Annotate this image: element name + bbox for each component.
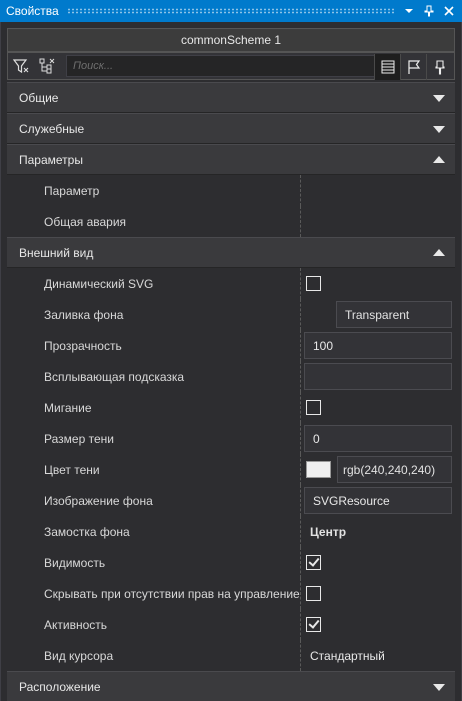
category-label: Внешний вид — [19, 245, 94, 260]
bg-tiling-value[interactable]: Центр — [304, 525, 346, 539]
search-input[interactable] — [67, 56, 379, 76]
toolbar — [7, 52, 455, 80]
category-label: Параметры — [19, 152, 83, 167]
property-name: Общая авария — [44, 214, 127, 229]
search-field[interactable] — [66, 55, 380, 77]
tooltip-input[interactable] — [304, 363, 452, 390]
property-row-bg-image[interactable]: Изображение фона SVGResource — [7, 485, 455, 516]
blink-checkbox[interactable] — [306, 400, 321, 415]
category-label: Служебные — [19, 121, 85, 136]
chevron-down-icon[interactable] — [433, 126, 445, 133]
property-grid: Общие Служебные Параметры Параметр Общая… — [7, 82, 455, 701]
property-row-blink[interactable]: Мигание — [7, 392, 455, 423]
property-name: Параметр — [44, 183, 100, 198]
category-label: Общие — [19, 90, 59, 105]
property-name: Изображение фона — [44, 493, 153, 508]
category-general[interactable]: Общие — [7, 82, 455, 113]
property-row-bg-tiling[interactable]: Замостка фона Центр — [7, 516, 455, 547]
property-row[interactable]: Общая авария — [7, 206, 455, 237]
chevron-down-icon[interactable] — [433, 95, 445, 102]
property-name: Активность — [44, 617, 108, 632]
property-name: Всплывающая подсказка — [44, 369, 185, 384]
shadow-size-input[interactable]: 0 — [304, 425, 452, 452]
property-name: Замостка фона — [44, 524, 130, 539]
property-row-cursor[interactable]: Вид курсора Стандартный — [7, 640, 455, 671]
pushpin-icon[interactable] — [426, 54, 452, 80]
category-layout[interactable]: Расположение — [7, 671, 455, 701]
property-row-opacity[interactable]: Прозрачность 100 — [7, 330, 455, 361]
property-name: Заливка фона — [44, 307, 124, 322]
property-row-hide-no-rights[interactable]: Скрывать при отсутствии прав на управлен… — [7, 578, 455, 609]
drag-grip[interactable] — [66, 8, 394, 14]
property-row[interactable]: Параметр — [7, 175, 455, 206]
property-row-dynamic-svg[interactable]: Динамический SVG — [7, 268, 455, 299]
filter-icon[interactable] — [8, 53, 34, 79]
property-name: Мигание — [44, 400, 92, 415]
property-row-tooltip[interactable]: Всплывающая подсказка — [7, 361, 455, 392]
hierarchy-icon[interactable] — [34, 53, 60, 79]
chevron-down-icon[interactable] — [402, 4, 416, 18]
dynamic-svg-checkbox[interactable] — [306, 276, 321, 291]
fill-value[interactable]: Transparent — [336, 301, 452, 328]
property-name: Динамический SVG — [44, 276, 154, 291]
property-name: Скрывать при отсутствии прав на управлен… — [44, 586, 300, 601]
close-icon[interactable] — [442, 4, 456, 18]
chevron-up-icon[interactable] — [433, 156, 445, 163]
property-name: Вид курсора — [44, 648, 114, 663]
property-row-visibility[interactable]: Видимость — [7, 547, 455, 578]
color-swatch[interactable] — [306, 461, 331, 478]
cursor-value[interactable]: Стандартный — [304, 649, 385, 663]
property-row-fill[interactable]: Заливка фона Transparent — [7, 299, 455, 330]
property-name: Цвет тени — [44, 462, 100, 477]
object-name: commonScheme 1 — [7, 28, 455, 52]
category-appearance[interactable]: Внешний вид — [7, 237, 455, 268]
property-row-shadow-size[interactable]: Размер тени 0 — [7, 423, 455, 454]
active-checkbox[interactable] — [306, 617, 321, 632]
property-name: Размер тени — [44, 431, 114, 446]
property-row-active[interactable]: Активность — [7, 609, 455, 640]
property-name: Видимость — [44, 555, 106, 570]
property-row-shadow-color[interactable]: Цвет тени rgb(240,240,240) — [7, 454, 455, 485]
list-view-icon[interactable] — [374, 54, 400, 80]
chevron-up-icon[interactable] — [433, 249, 445, 256]
panel-titlebar[interactable]: Свойства — [0, 0, 462, 22]
pin-icon[interactable] — [422, 4, 436, 18]
category-label: Расположение — [19, 679, 101, 694]
hide-no-rights-checkbox[interactable] — [306, 586, 321, 601]
category-service[interactable]: Служебные — [7, 113, 455, 144]
panel-title: Свойства — [6, 4, 59, 18]
property-name: Прозрачность — [44, 338, 122, 353]
category-parameters[interactable]: Параметры — [7, 144, 455, 175]
bg-image-input[interactable]: SVGResource — [304, 487, 452, 514]
visibility-checkbox[interactable] — [306, 555, 321, 570]
opacity-input[interactable]: 100 — [304, 332, 452, 359]
chevron-down-icon[interactable] — [433, 684, 445, 691]
flag-icon[interactable] — [400, 54, 426, 80]
shadow-color-input[interactable]: rgb(240,240,240) — [337, 456, 452, 483]
